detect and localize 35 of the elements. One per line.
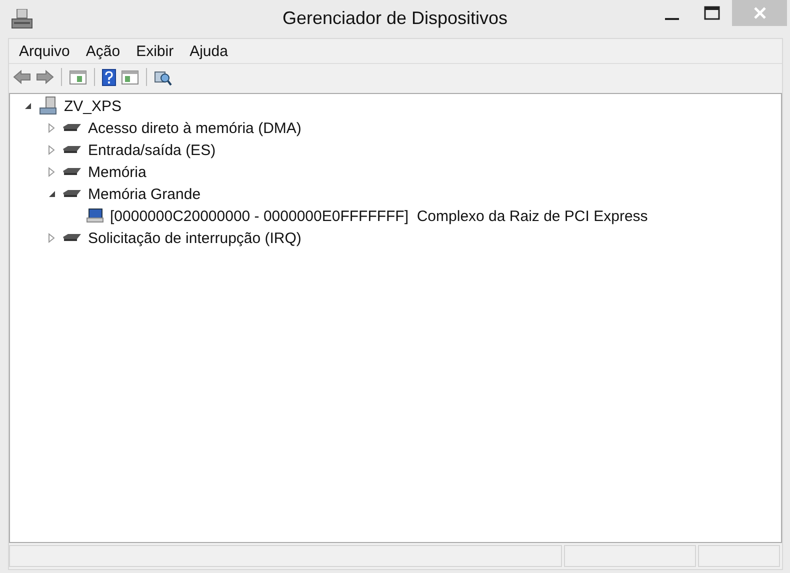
collapse-arrow-icon[interactable] <box>48 190 56 198</box>
tree-item[interactable]: Acesso direto à memória (DMA) <box>88 120 302 136</box>
expand-arrow-icon[interactable] <box>48 145 56 155</box>
menu-item[interactable]: Arquivo <box>11 42 78 60</box>
tree-item[interactable]: Memória Grande <box>88 186 201 202</box>
device-manager-icon <box>11 9 33 29</box>
monitor-icon <box>86 208 104 224</box>
collapse-arrow-icon[interactable] <box>24 102 32 110</box>
tree-item[interactable]: [0000000C20000000 - 0000000E0FFFFFFF] Complexo da Raiz de PCI Express <box>110 208 648 224</box>
maximize-icon <box>704 6 720 20</box>
computer-icon <box>38 96 58 116</box>
chip-icon <box>62 123 82 133</box>
tree-item[interactable]: ZV_XPS <box>64 98 122 114</box>
expand-arrow-icon[interactable] <box>48 167 56 177</box>
pane-icon[interactable] <box>69 69 87 85</box>
window-title: Gerenciador de Dispositivos <box>282 8 508 29</box>
menu-item[interactable]: Ação <box>78 42 128 60</box>
expand-arrow-icon[interactable] <box>48 233 56 243</box>
back-arrow-icon[interactable] <box>13 69 31 85</box>
expand-arrow-icon[interactable] <box>48 123 56 133</box>
chip-icon <box>62 145 82 155</box>
close-icon <box>752 6 766 20</box>
minimize-icon <box>665 18 679 20</box>
scan-monitor-icon[interactable] <box>154 68 172 86</box>
chip-icon <box>62 233 82 243</box>
chip-icon <box>62 167 82 177</box>
help-icon[interactable] <box>102 68 116 86</box>
tree-item[interactable]: Memória <box>88 164 146 180</box>
chip-icon <box>62 189 82 199</box>
tree-item[interactable]: Entrada/saída (ES) <box>88 142 216 158</box>
menu-item[interactable]: Exibir <box>128 42 182 60</box>
menu-item[interactable]: Ajuda <box>182 42 236 60</box>
forward-arrow-icon[interactable] <box>36 69 54 85</box>
tree-item[interactable]: Solicitação de interrupção (IRQ) <box>88 230 302 246</box>
pane-icon[interactable] <box>121 69 139 85</box>
